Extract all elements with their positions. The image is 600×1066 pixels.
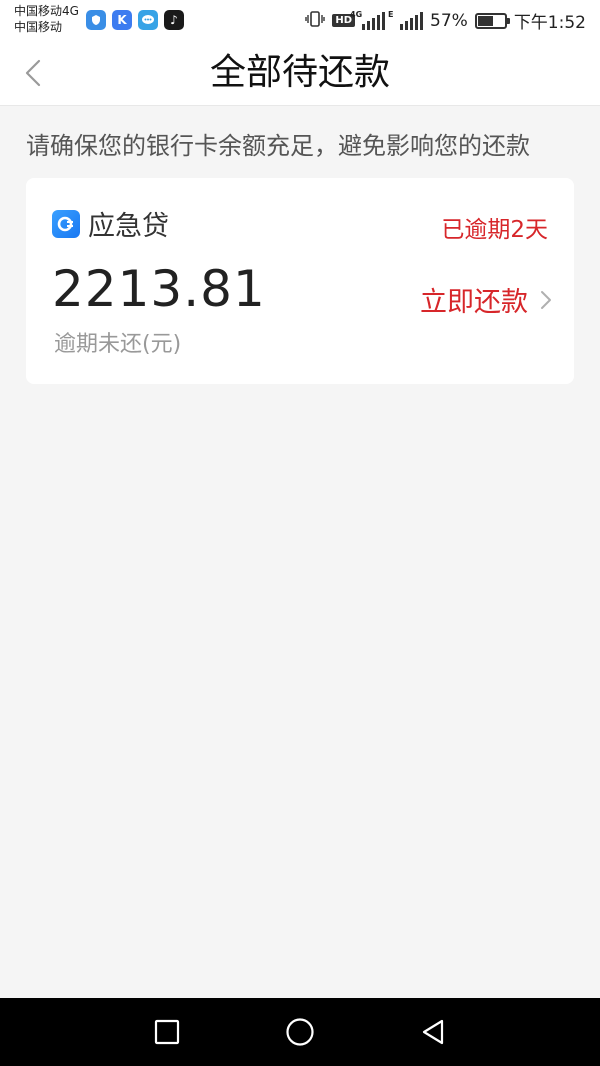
triangle-back-icon <box>422 1019 444 1045</box>
battery-icon <box>474 12 510 29</box>
header: 全部待还款 <box>0 40 600 106</box>
square-icon <box>154 1019 180 1045</box>
notification-icons: K ♪ <box>86 10 184 30</box>
carrier-info: 中国移动4G 中国移动 <box>14 3 79 35</box>
vibrate-icon <box>305 10 326 32</box>
repay-now-label: 立即还款 <box>420 287 528 318</box>
product-logo-icon <box>52 209 80 238</box>
carrier-2: 中国移动 <box>14 20 63 34</box>
balance-notice: 请确保您的银行卡余额充足，避免影响您的还款 <box>26 132 530 160</box>
shield-app-icon <box>86 10 106 30</box>
nav-back-button[interactable] <box>413 1012 453 1052</box>
recent-apps-button[interactable] <box>147 1012 187 1052</box>
overdue-amount-label: 逾期未还(元) <box>54 332 182 357</box>
status-indicators: HD 4G E 57% 下午1:52 <box>305 8 586 33</box>
overdue-amount: 2213.81 <box>52 260 266 318</box>
k-app-icon: K <box>112 10 132 30</box>
signal-e-icon: E <box>388 10 424 30</box>
chevron-right-icon <box>541 290 551 309</box>
home-button[interactable] <box>280 1012 320 1052</box>
overdue-status: 已逾期2天 <box>441 217 548 243</box>
battery-fill <box>477 15 493 26</box>
signal-4g-icon: 4G <box>350 10 386 30</box>
repay-now-button[interactable]: 立即还款 <box>420 280 552 319</box>
clock: 下午1:52 <box>513 13 586 33</box>
status-bar: 中国移动4G 中国移动 K ♪ HD 4G E 57% 下午1:52 <box>0 0 600 40</box>
product-name: 应急贷 <box>88 211 169 242</box>
chat-app-icon <box>138 10 158 30</box>
circle-icon <box>286 1018 314 1046</box>
carrier-1: 中国移动4G <box>14 4 79 18</box>
battery-percent: 57% <box>430 10 468 31</box>
product-row: 应急贷 <box>52 204 169 243</box>
system-nav-bar <box>0 998 600 1066</box>
tiktok-app-icon: ♪ <box>164 10 184 30</box>
page-title: 全部待还款 <box>209 52 390 93</box>
loan-card[interactable]: 应急贷 已逾期2天 2213.81 逾期未还(元) 立即还款 <box>26 178 574 384</box>
